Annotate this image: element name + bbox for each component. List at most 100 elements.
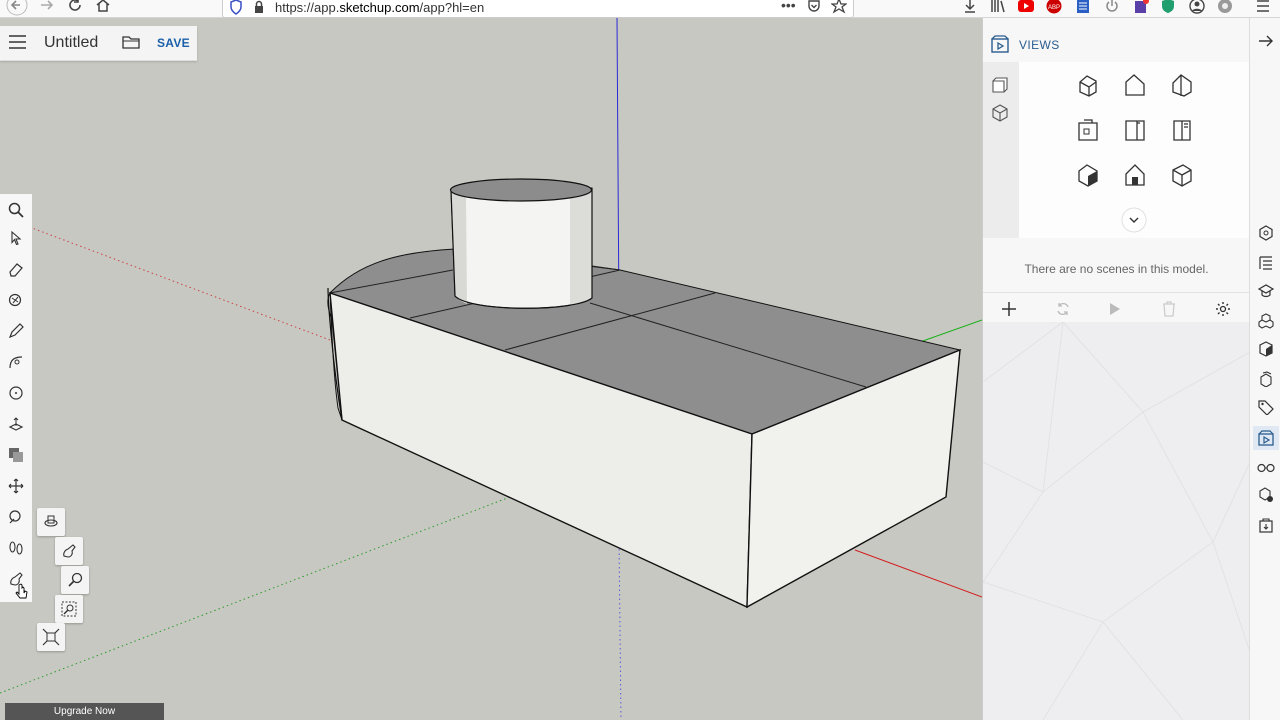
pan-flyout-button[interactable] — [55, 537, 83, 565]
eraser-tool-button[interactable] — [3, 256, 29, 282]
browser-menu-icon[interactable] — [1255, 0, 1271, 14]
scenes-icon — [1258, 430, 1274, 446]
entity-info-button[interactable] — [1257, 224, 1275, 242]
pocket-icon[interactable] — [807, 0, 821, 18]
instructor-button[interactable] — [1257, 282, 1275, 300]
select-tool-button[interactable] — [3, 225, 29, 251]
update-scene-button[interactable] — [1053, 299, 1073, 319]
components-button[interactable] — [1257, 312, 1275, 330]
url-text[interactable]: https://app.sketchup.com/app?hl=en — [275, 0, 484, 15]
document-title[interactable]: Untitled — [44, 34, 98, 52]
zoom-extents-flyout-button[interactable] — [37, 623, 65, 651]
cube-icon — [992, 104, 1008, 122]
url-bar[interactable]: https://app.sketchup.com/app?hl=en ••• — [222, 0, 854, 18]
perspective-view-button[interactable] — [1120, 160, 1150, 190]
tags-button[interactable] — [1257, 398, 1275, 416]
shadows-icon — [1259, 487, 1273, 502]
adblock-icon[interactable]: ABP — [1046, 0, 1062, 14]
reader-icon[interactable] — [1075, 0, 1091, 14]
arc-icon — [9, 356, 23, 369]
more-icon[interactable]: ••• — [781, 0, 796, 13]
components-icon — [1258, 313, 1274, 329]
box-iso-icon — [1172, 164, 1192, 187]
library-icon[interactable] — [990, 0, 1006, 14]
url-domain: sketchup.com — [339, 0, 420, 15]
move-tool-button[interactable] — [3, 473, 29, 499]
parallel-view-button[interactable] — [1167, 160, 1197, 190]
tape-measure-tool-button[interactable] — [3, 504, 29, 530]
power-icon[interactable] — [1104, 0, 1120, 14]
iso-views-tab[interactable] — [991, 104, 1009, 127]
home-button[interactable] — [92, 0, 114, 16]
box-right-icon — [1125, 120, 1145, 141]
app-title-bar: Untitled SAVE — [0, 26, 197, 61]
tag-icon — [1258, 400, 1274, 415]
warehouse-icon — [1259, 518, 1273, 533]
url-suffix: /app?hl=en — [419, 0, 485, 15]
top-view-button[interactable] — [1120, 70, 1150, 100]
url-prefix: https://app. — [275, 0, 340, 15]
zoom-extents-icon — [42, 628, 60, 646]
panel-background — [983, 322, 1250, 720]
house-iso-icon — [1079, 75, 1097, 97]
arc-tool-button[interactable] — [3, 349, 29, 375]
forward-button[interactable] — [36, 0, 58, 16]
cylinder-top — [449, 178, 593, 202]
open-folder-button[interactable] — [122, 35, 140, 54]
push-pull-tool-button[interactable] — [3, 411, 29, 437]
zoom-window-flyout-button[interactable] — [55, 595, 83, 623]
scene-settings-button[interactable] — [1213, 299, 1233, 319]
add-scene-button[interactable] — [999, 299, 1019, 319]
circle-tool-button[interactable] — [3, 380, 29, 406]
save-button[interactable]: SAVE — [157, 36, 190, 50]
chevron-down-icon — [1121, 207, 1147, 233]
delete-scene-button[interactable] — [1159, 299, 1179, 319]
display-button[interactable] — [1257, 458, 1275, 476]
right-view-button[interactable] — [1073, 115, 1103, 145]
extension-badge-icon[interactable] — [1133, 0, 1149, 14]
front-view-button[interactable] — [1167, 70, 1197, 100]
iso-view-button[interactable] — [1073, 70, 1103, 100]
offset-tool-button[interactable] — [3, 442, 29, 468]
orbit-flyout-button[interactable] — [37, 508, 65, 536]
hamburger-icon — [9, 35, 26, 49]
scenes-button[interactable] — [1253, 426, 1279, 450]
download-icon[interactable] — [962, 0, 978, 14]
shield-icon[interactable] — [229, 0, 243, 20]
red-axis-dotted — [0, 215, 331, 341]
shield-check-icon[interactable] — [1160, 0, 1176, 14]
left-view-button[interactable] — [1167, 115, 1197, 145]
zoom-flyout-button[interactable] — [61, 566, 89, 594]
expand-views-button[interactable] — [1119, 205, 1149, 235]
box-left-icon — [1173, 120, 1191, 141]
lock-icon[interactable] — [253, 0, 265, 20]
extension-grey-icon[interactable] — [1217, 0, 1233, 14]
bottom-view-button[interactable] — [1073, 160, 1103, 190]
reload-button[interactable] — [64, 0, 86, 16]
styles-icon — [1260, 371, 1272, 387]
materials-button[interactable] — [1257, 340, 1275, 358]
folder-icon — [122, 36, 140, 49]
collapse-panel-button[interactable] — [1257, 32, 1275, 50]
extension-warehouse-button[interactable] — [1257, 516, 1275, 534]
play-animation-button[interactable] — [1105, 299, 1125, 319]
account-icon[interactable] — [1189, 0, 1205, 14]
walk-tool-button[interactable] — [3, 535, 29, 561]
line-tool-button[interactable] — [3, 318, 29, 344]
standard-views-tab[interactable] — [991, 76, 1009, 99]
left-toolbar — [0, 222, 32, 602]
upgrade-now-button[interactable]: Upgrade Now — [5, 703, 164, 720]
outliner-button[interactable] — [1257, 254, 1275, 272]
model-viewport[interactable] — [0, 18, 982, 720]
styles-button[interactable] — [1257, 370, 1275, 388]
main-menu-button[interactable] — [9, 35, 26, 54]
home-icon — [96, 0, 110, 12]
back-button[interactable] — [6, 0, 28, 16]
paint-bucket-tool-button[interactable] — [3, 287, 29, 313]
youtube-icon[interactable] — [1018, 0, 1034, 14]
back-view-button[interactable] — [1120, 115, 1150, 145]
bookmark-star-icon[interactable] — [830, 0, 848, 19]
shadows-button[interactable] — [1257, 486, 1275, 504]
forward-arrow-icon — [41, 0, 54, 10]
views-panel: VIEWS There are no scenes in this model. — [982, 18, 1250, 720]
